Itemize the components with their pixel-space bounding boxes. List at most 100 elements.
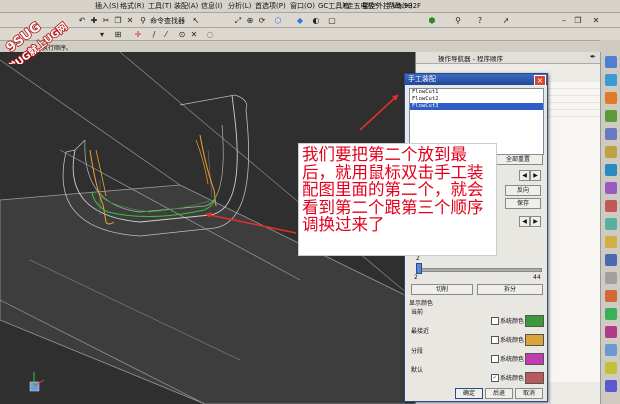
machine-tool-navigator-icon[interactable]	[605, 110, 617, 122]
rotate-icon[interactable]: ⟳	[256, 15, 268, 27]
menu-format[interactable]: 格式(R)	[120, 1, 144, 11]
resource-bar	[600, 52, 620, 404]
undo-icon[interactable]: ↶	[76, 15, 88, 27]
menu-assembly[interactable]: 装配(A)	[174, 1, 198, 11]
toolpath-orange	[199, 134, 217, 207]
settings-icon[interactable]	[605, 380, 617, 392]
cut-button[interactable]: 切削	[411, 284, 473, 295]
prev-arrow-button[interactable]: ◀	[519, 170, 530, 181]
template-icon[interactable]	[605, 326, 617, 338]
cancel-button[interactable]: 取消	[515, 388, 543, 399]
zoom-icon[interactable]: ⊕	[244, 15, 256, 27]
restore-icon[interactable]: ❐	[572, 15, 584, 27]
delete-icon[interactable]: ✕	[124, 15, 136, 27]
tool-icon[interactable]: ⬢	[426, 15, 438, 27]
part-navigator-icon[interactable]	[605, 74, 617, 86]
save-button[interactable]: 保存	[505, 198, 541, 209]
menu-window[interactable]: 窗口(O)	[290, 1, 315, 11]
color-row-label: 默认	[411, 367, 424, 374]
color-row-label: 最接近	[411, 328, 430, 335]
pin-icon[interactable]: ✒	[590, 53, 596, 61]
circle-center-icon[interactable]: ⊙	[176, 29, 188, 41]
menu-info[interactable]: 信息(I)	[201, 1, 223, 11]
visualization-icon[interactable]	[605, 344, 617, 356]
shading-icon[interactable]: ◐	[310, 15, 322, 27]
reverse-button[interactable]: 反向	[505, 185, 541, 196]
segment-slider[interactable]	[416, 268, 542, 272]
quadrant-icon[interactable]: ◌	[204, 29, 216, 41]
snap-point-icon[interactable]: ✛	[132, 29, 144, 41]
close-window-icon[interactable]: ✕	[590, 15, 602, 27]
manufacturing-wizards-icon[interactable]	[605, 236, 617, 248]
color-swatch-current[interactable]	[525, 315, 544, 327]
menu-analysis[interactable]: 分析(L)	[228, 1, 251, 11]
system-color-checkbox[interactable]	[491, 355, 499, 363]
history-icon[interactable]	[605, 182, 617, 194]
color-swatch-default[interactable]	[525, 372, 544, 384]
menu-preferences[interactable]: 首选项(P)	[255, 1, 286, 11]
next-arrow-button[interactable]: ▶	[530, 170, 541, 181]
system-materials-icon[interactable]	[605, 200, 617, 212]
ok-button[interactable]: 确定	[455, 388, 483, 399]
select-icon[interactable]: ↖	[190, 15, 202, 27]
menu-tools[interactable]: 工具(T)	[148, 1, 172, 11]
list-item[interactable]: FlowCut2	[410, 96, 543, 103]
next-arrow-button[interactable]: ▶	[530, 216, 541, 227]
copy-icon[interactable]: ❐	[112, 15, 124, 27]
command-finder-icon[interactable]: ⚲	[137, 15, 149, 27]
slider-thumb[interactable]	[416, 263, 422, 274]
color-row-label: 分段	[411, 348, 424, 355]
system-scenes-icon[interactable]	[605, 272, 617, 284]
system-color-checkbox[interactable]: ✓	[491, 374, 499, 382]
filter-icon[interactable]: ▾	[96, 29, 108, 41]
hd3d-tools-icon[interactable]	[605, 146, 617, 158]
back-button[interactable]: 后退	[485, 388, 513, 399]
view-cube-icon[interactable]: ⬡	[272, 15, 284, 27]
prev-arrow-button[interactable]: ◀	[519, 216, 530, 227]
help-icon[interactable]: ?	[474, 15, 486, 27]
color-swatch-segment[interactable]	[525, 353, 544, 365]
navigator-list[interactable]	[547, 82, 601, 382]
roles-icon[interactable]	[605, 254, 617, 266]
slider-max-label: 44	[533, 274, 541, 281]
fit-view-icon[interactable]: ⤢	[232, 15, 244, 27]
arrow-icon[interactable]: ➚	[500, 15, 512, 27]
mid-point-icon[interactable]: ⁄	[160, 29, 172, 41]
menu-insert[interactable]: 插入(S)	[95, 1, 119, 11]
color-swatch-nearest[interactable]	[525, 334, 544, 346]
assembly-navigator-icon[interactable]	[605, 56, 617, 68]
system-color-checkbox[interactable]	[491, 336, 499, 344]
close-icon[interactable]: ×	[534, 75, 546, 86]
annotation-arrow	[359, 94, 399, 131]
tutorial-annotation: 我们要把第二个放到最后，就用鼠标双击手工装配图里面的第二个，就会看到第二个跟第三…	[298, 143, 497, 256]
navigator-title: 操作导航器 - 程序顺序	[438, 55, 503, 63]
system-color-label: 系统颜色	[500, 356, 525, 363]
navigator-header: 操作导航器 - 程序顺序 ✒	[416, 52, 601, 64]
reset-all-button[interactable]: 全部重置	[493, 154, 543, 165]
operation-navigator-icon[interactable]	[605, 92, 617, 104]
web-browser-icon[interactable]	[605, 164, 617, 176]
render-style-icon[interactable]: ◆	[294, 15, 306, 27]
electrode-outline	[65, 139, 86, 153]
layer-icon[interactable]	[605, 308, 617, 320]
cut-icon[interactable]: ✂	[100, 15, 112, 27]
system-color-checkbox[interactable]	[491, 317, 499, 325]
palette-icon[interactable]	[605, 290, 617, 302]
intersection-icon[interactable]: ✕	[188, 29, 200, 41]
process-studio-icon[interactable]	[605, 218, 617, 230]
split-button[interactable]: 拆分	[477, 284, 543, 295]
list-item[interactable]: FlowCut3	[410, 103, 543, 110]
minimize-icon[interactable]: –	[558, 15, 570, 27]
reference-icon[interactable]	[605, 362, 617, 374]
reuse-library-icon[interactable]	[605, 128, 617, 140]
command-finder-label[interactable]: 命令查找器	[150, 16, 185, 26]
menu-bar: 插入(S) 格式(R) 工具(T) 装配(A) 信息(I) 分析(L) 首选项(…	[0, 0, 620, 13]
annotation-text: 我们要把第二个放到最后，就用鼠标双击手工装配图里面的第二个，就会看到第二个跟第三…	[302, 145, 484, 234]
end-point-icon[interactable]: /	[148, 29, 160, 41]
search-icon[interactable]: ⚲	[452, 15, 464, 27]
snap-icon[interactable]: ⊞	[112, 29, 124, 41]
background-icon[interactable]: ▢	[326, 15, 338, 27]
move-icon[interactable]: ✚	[88, 15, 100, 27]
site-watermark-logo: 9SUG 学UG就上UG网	[3, 19, 71, 64]
list-item[interactable]: FlowCut1	[410, 89, 543, 96]
